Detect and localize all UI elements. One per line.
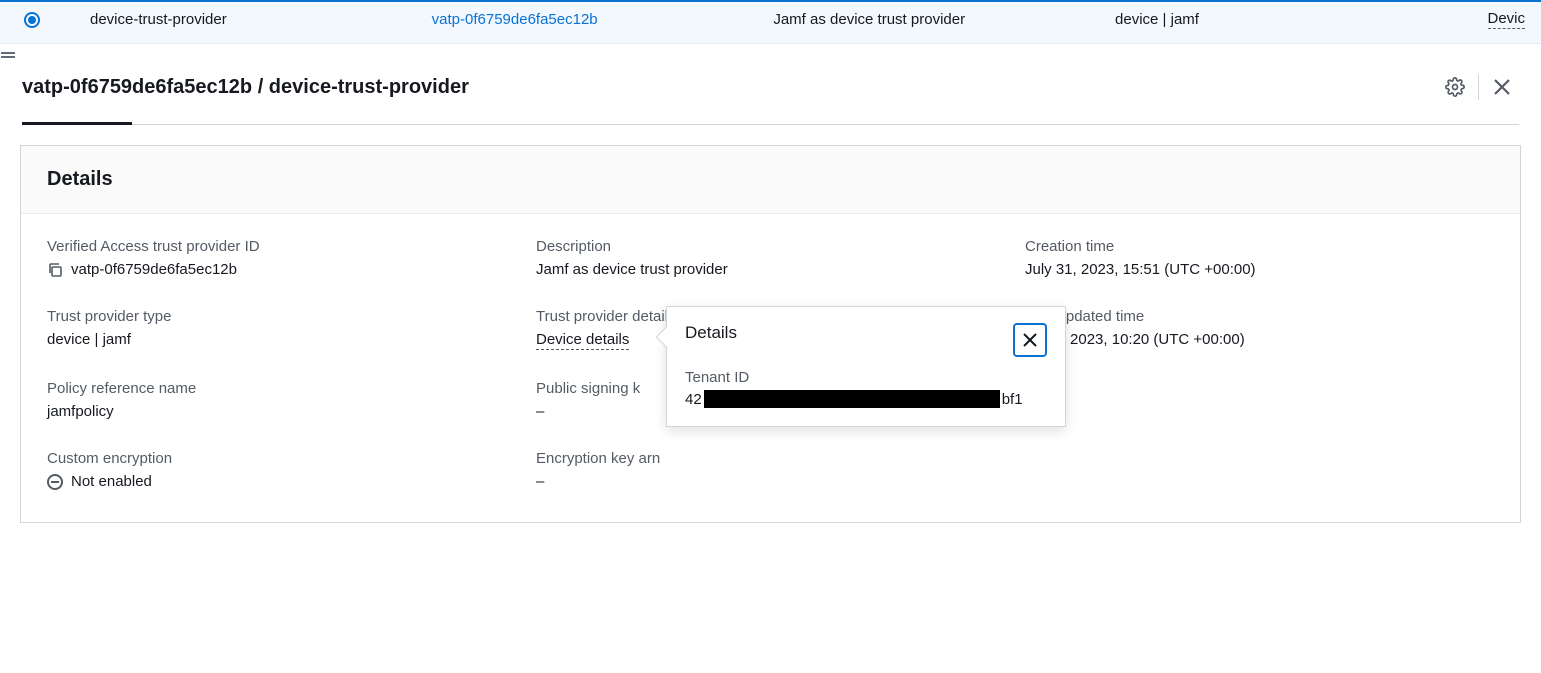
field-value: vatp-0f6759de6fa5ec12b	[71, 261, 237, 278]
row-type: device | jamf	[1115, 11, 1354, 28]
popover-field-label: Tenant ID	[685, 369, 1047, 386]
field-label: Custom encryption	[47, 450, 516, 467]
field-encryption-key-arn: Encryption key arn –	[536, 450, 1005, 490]
field-value: July 31, 2023, 15:51 (UTC +00:00)	[1025, 261, 1256, 278]
close-icon	[1493, 78, 1511, 96]
field-trust-details: Trust provider details Device details De…	[536, 308, 1005, 350]
field-type: Trust provider type device | jamf	[47, 308, 516, 350]
popover-close-button[interactable]	[1013, 323, 1047, 357]
field-label: Encryption key arn	[536, 450, 1005, 467]
detail-header: vatp-0f6759de6fa5ec12b / device-trust-pr…	[0, 62, 1541, 122]
field-policy-ref: Policy reference name jamfpolicy	[47, 380, 516, 420]
field-empty	[1025, 450, 1494, 490]
row-description: Jamf as device trust provider	[773, 11, 1115, 28]
tab-strip	[22, 122, 1519, 125]
tenant-suffix: bf1	[1002, 391, 1023, 408]
not-enabled-icon	[47, 474, 63, 490]
field-creation-time: Creation time July 31, 2023, 15:51 (UTC …	[1025, 238, 1494, 278]
field-label: Creation time	[1025, 238, 1494, 255]
radio-selected[interactable]	[24, 12, 40, 28]
redacted-block	[704, 390, 1000, 408]
field-label: Description	[536, 238, 1005, 255]
field-value: –	[536, 403, 544, 420]
divider	[1478, 74, 1479, 100]
copy-icon[interactable]	[47, 262, 63, 278]
tenant-prefix: 42	[685, 391, 702, 408]
device-details-link[interactable]: Device details	[536, 331, 629, 350]
tab-details-indicator[interactable]	[22, 122, 132, 125]
row-id-link[interactable]: vatp-0f6759de6fa5ec12b	[432, 11, 774, 28]
gear-icon	[1445, 77, 1465, 97]
field-empty	[1025, 380, 1494, 420]
field-label: Last updated time	[1025, 308, 1494, 325]
field-description: Description Jamf as device trust provide…	[536, 238, 1005, 278]
field-label: Policy reference name	[47, 380, 516, 397]
details-popover: Details Tenant ID 42 bf1	[666, 306, 1066, 427]
page-title: vatp-0f6759de6fa5ec12b / device-trust-pr…	[22, 76, 1438, 99]
close-icon	[1023, 333, 1037, 347]
field-value: jamfpolicy	[47, 403, 114, 420]
table-row[interactable]: device-trust-provider vatp-0f6759de6fa5e…	[0, 0, 1541, 44]
popover-tenant-value: 42 bf1	[685, 390, 1047, 408]
field-value: Not enabled	[71, 473, 152, 490]
card-title: Details	[47, 168, 1494, 191]
popover-title: Details	[685, 323, 737, 343]
row-trailing: Devic	[1354, 10, 1525, 29]
card-header: Details	[21, 146, 1520, 214]
row-name: device-trust-provider	[90, 11, 432, 28]
field-label: Verified Access trust provider ID	[47, 238, 516, 255]
field-label: Trust provider type	[47, 308, 516, 325]
close-panel-button[interactable]	[1485, 70, 1519, 104]
field-value: device | jamf	[47, 331, 131, 348]
field-id: Verified Access trust provider ID vatp-0…	[47, 238, 516, 278]
field-updated-time: Last updated time ıst 08, 2023, 10:20 (U…	[1025, 308, 1494, 350]
split-panel-handle[interactable]	[0, 44, 1541, 62]
field-value: –	[536, 473, 544, 490]
field-value: Jamf as device trust provider	[536, 261, 728, 278]
field-custom-encryption: Custom encryption Not enabled	[47, 450, 516, 490]
settings-button[interactable]	[1438, 70, 1472, 104]
details-card: Details Verified Access trust provider I…	[20, 145, 1521, 523]
